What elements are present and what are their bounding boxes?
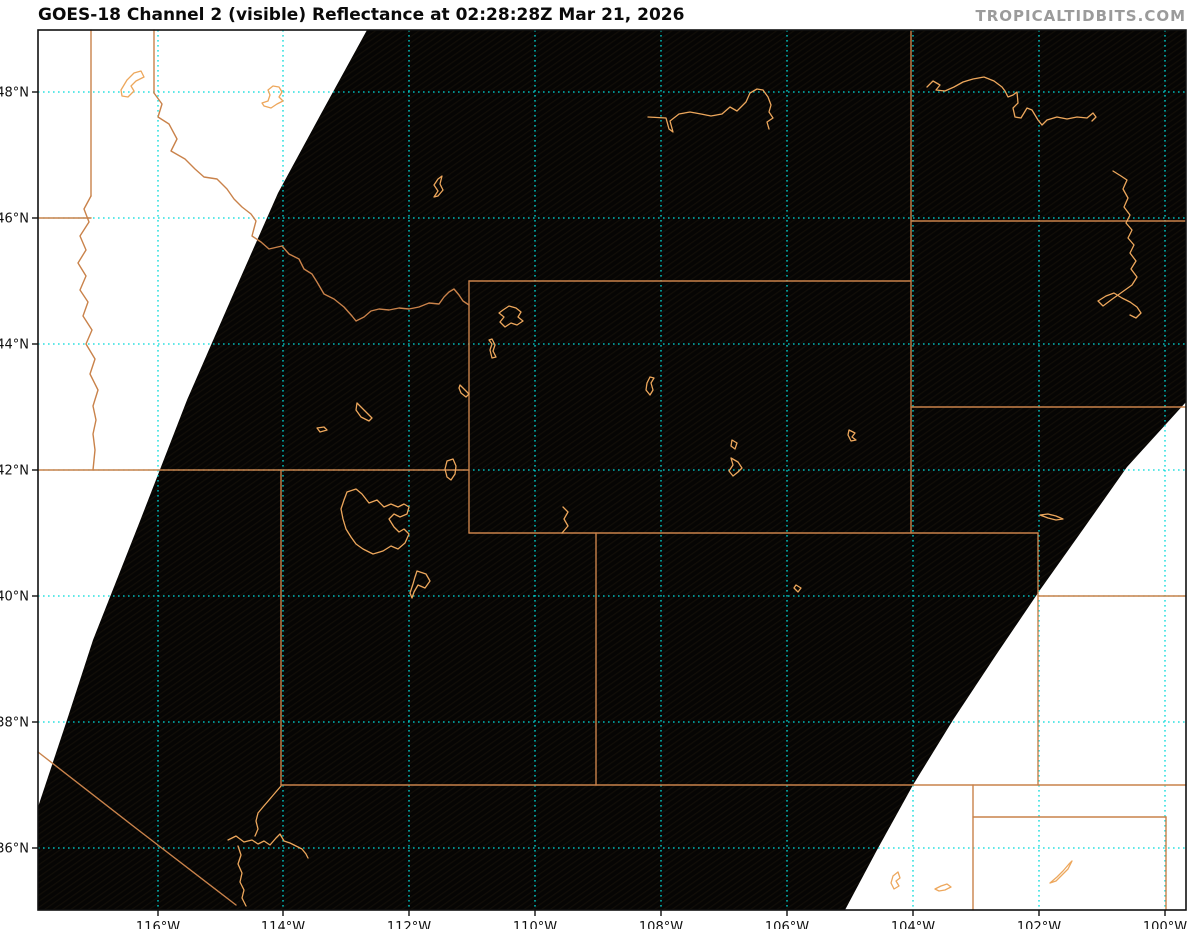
y-axis-label: 38°N xyxy=(0,716,29,731)
x-axis-label: 106°W xyxy=(765,920,809,929)
x-axis-label: 104°W xyxy=(891,920,935,929)
goes-satellite-map: 48°N 46°N 44°N 42°N 40°N 38°N 36°N 116°W 114°W 11… xyxy=(0,29,1187,929)
y-axis-label: 40°N xyxy=(0,590,29,605)
y-axis-label: 44°N xyxy=(0,338,29,353)
x-axis-label: 110°W xyxy=(513,920,557,929)
y-axis-label: 36°N xyxy=(0,842,29,857)
x-axis-label: 114°W xyxy=(261,920,305,929)
y-axis-label: 48°N xyxy=(0,86,29,101)
x-axis-label: 116°W xyxy=(136,920,180,929)
x-axis-label: 100°W xyxy=(1143,920,1187,929)
y-axis-label: 42°N xyxy=(0,464,29,479)
goes-satellite-page: GOES-18 Channel 2 (visible) Reflectance … xyxy=(0,0,1200,929)
x-axis-label: 102°W xyxy=(1017,920,1061,929)
x-axis-label: 112°W xyxy=(387,920,431,929)
x-axis-label: 108°W xyxy=(639,920,683,929)
y-axis-label: 46°N xyxy=(0,212,29,227)
